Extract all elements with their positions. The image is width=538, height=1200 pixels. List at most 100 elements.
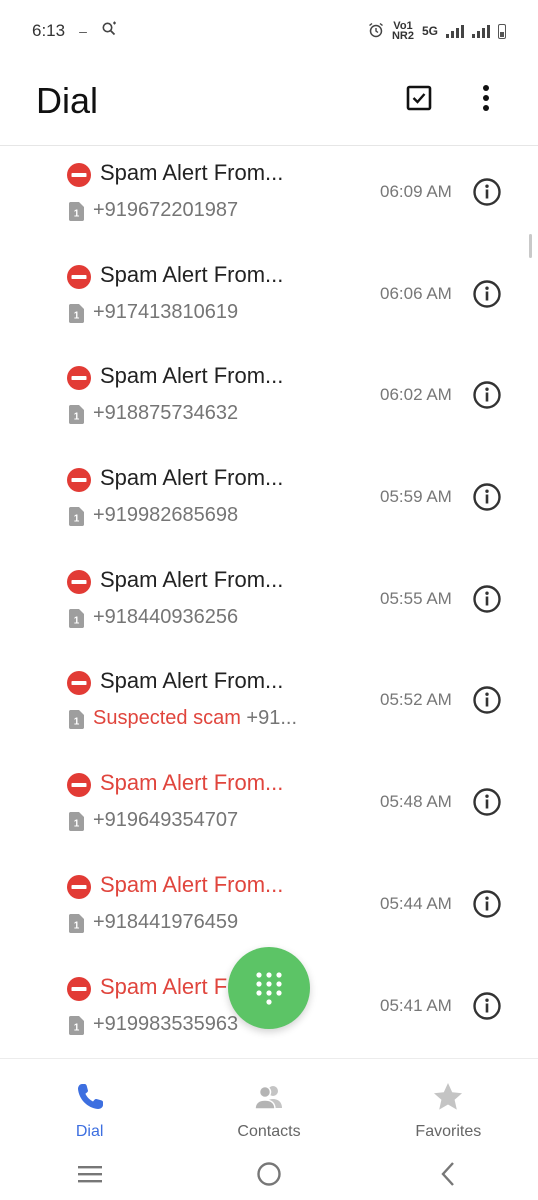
caller-name: Spam Alert From... bbox=[100, 160, 284, 185]
sim-slot-label: 1 bbox=[74, 1022, 80, 1033]
star-icon bbox=[434, 1083, 463, 1110]
caller-name: Spam Alert From... bbox=[100, 465, 284, 491]
info-icon[interactable] bbox=[472, 685, 502, 715]
select-mode-button[interactable] bbox=[405, 84, 433, 112]
search-notification-icon bbox=[101, 21, 117, 42]
info-icon[interactable] bbox=[472, 889, 502, 919]
phone-number: +919983535963 bbox=[93, 1012, 239, 1035]
call-log-row[interactable]: Spam Alert From... 1 +917413810619 06:06… bbox=[0, 248, 538, 350]
page-title: Dial bbox=[36, 80, 99, 121]
phone-number: +918440936256 bbox=[93, 605, 239, 628]
phone-number: +919982685698 bbox=[93, 504, 239, 527]
signal-icon-1 bbox=[446, 24, 464, 38]
scrollbar[interactable] bbox=[529, 234, 532, 258]
phone-number-line: +919672201987 bbox=[93, 199, 238, 222]
no-entry-icon bbox=[67, 264, 91, 289]
phone-number: +919649354707 bbox=[93, 809, 239, 832]
phone-number-line: +918440936256 bbox=[93, 606, 238, 629]
no-entry-icon bbox=[67, 569, 91, 594]
phone-icon bbox=[77, 1084, 103, 1109]
tab-contacts[interactable]: Contacts bbox=[179, 1059, 358, 1149]
phone-number-line: +917413810619 bbox=[93, 301, 238, 324]
call-log-row[interactable]: Spam Alert From... 1 +919672201987 06:09… bbox=[0, 146, 538, 248]
sim-slot-label: 1 bbox=[74, 514, 80, 525]
caller-name: Spam Alert From... bbox=[100, 566, 284, 592]
call-time: 06:02 AM bbox=[380, 385, 452, 405]
sim-slot-label: 1 bbox=[74, 717, 80, 728]
phone-number: +918441976459 bbox=[93, 910, 239, 933]
call-time: 05:48 AM bbox=[380, 792, 452, 812]
phone-number-line: +919982685698 bbox=[93, 504, 238, 527]
back-chevron-icon bbox=[441, 1162, 455, 1186]
tab-dial[interactable]: Dial bbox=[0, 1059, 179, 1149]
call-log-row[interactable]: Spam Alert From... 1 +918440936256 05:55… bbox=[0, 553, 538, 655]
more-vert-icon bbox=[483, 85, 489, 111]
info-icon[interactable] bbox=[472, 482, 502, 512]
phone-number-line: +919983535963 bbox=[93, 1013, 238, 1036]
call-log-row[interactable]: Spam Alert From... 1 +919982685698 05:59… bbox=[0, 451, 538, 553]
app-bar: Dial bbox=[0, 62, 538, 146]
sim-slot-label: 1 bbox=[74, 615, 80, 626]
call-time: 05:55 AM bbox=[380, 588, 452, 608]
volte-indicator: Vo1 NR2 bbox=[391, 21, 414, 42]
home-button[interactable] bbox=[254, 1159, 284, 1189]
recents-button[interactable] bbox=[75, 1159, 105, 1189]
network-type: 5G bbox=[421, 24, 438, 38]
phone-number-line: +918875734632 bbox=[93, 402, 238, 425]
sim-1-icon: 1 bbox=[69, 1015, 84, 1035]
tab-favorites-label: Favorites bbox=[415, 1123, 482, 1140]
info-icon[interactable] bbox=[472, 279, 502, 309]
more-options-button[interactable] bbox=[472, 82, 500, 114]
tab-dial-label: Dial bbox=[75, 1123, 104, 1140]
tab-contacts-label: Contacts bbox=[237, 1123, 301, 1140]
status-time: 6:13 bbox=[32, 21, 66, 40]
checkbox-icon bbox=[406, 85, 432, 111]
phone-number: +91... bbox=[246, 707, 298, 730]
sim-1-icon: 1 bbox=[69, 303, 84, 323]
dialpad-icon bbox=[256, 972, 282, 1005]
phone-number: +918875734632 bbox=[93, 402, 239, 425]
phone-number-line: +919649354707 bbox=[93, 809, 238, 832]
sim-1-icon: 1 bbox=[69, 812, 84, 832]
sim-slot-label: 1 bbox=[74, 920, 80, 931]
signal-icon-2 bbox=[472, 24, 490, 38]
dial-screen: 6:13 – Vo1 NR2 5G Dial Spam Alert From..… bbox=[0, 0, 538, 1200]
caller-name: Spam Alert From... bbox=[100, 871, 284, 897]
info-icon[interactable] bbox=[472, 787, 502, 817]
sim-1-icon: 1 bbox=[69, 608, 84, 628]
bottom-navigation: Dial Contacts Favorites bbox=[0, 1058, 538, 1149]
info-icon[interactable] bbox=[472, 177, 502, 207]
tab-favorites[interactable]: Favorites bbox=[359, 1059, 538, 1149]
phone-number-line: Suspected scam +91... bbox=[93, 707, 297, 730]
contacts-icon bbox=[254, 1085, 282, 1110]
sim-1-icon: 1 bbox=[69, 710, 84, 730]
call-log-row[interactable]: Spam Alert From... 1 +918875734632 06:02… bbox=[0, 349, 538, 451]
volte-bottom: NR2 bbox=[391, 30, 414, 42]
battery-icon bbox=[498, 23, 506, 39]
caller-name: Spam Alert From... bbox=[100, 668, 284, 694]
dialpad-fab-button[interactable] bbox=[228, 947, 310, 1029]
phone-number-line: +918441976459 bbox=[93, 911, 238, 934]
caller-name: Spam Alert From... bbox=[100, 363, 284, 389]
no-entry-icon bbox=[67, 366, 91, 391]
no-entry-icon bbox=[67, 468, 91, 493]
call-log-list[interactable]: Spam Alert From... 1 +919672201987 06:09… bbox=[0, 146, 538, 1058]
suspected-scam-label: Suspected scam bbox=[93, 707, 241, 730]
phone-number: +917413810619 bbox=[93, 300, 239, 323]
info-icon[interactable] bbox=[472, 584, 502, 614]
sim-1-icon: 1 bbox=[69, 913, 84, 933]
system-navigation-bar bbox=[0, 1148, 538, 1200]
sim-slot-label: 1 bbox=[74, 209, 80, 220]
info-icon[interactable] bbox=[472, 991, 502, 1021]
no-entry-icon bbox=[67, 163, 91, 187]
call-log-row[interactable]: Spam Alert From... 1 +919649354707 05:48… bbox=[0, 756, 538, 858]
info-icon[interactable] bbox=[472, 380, 502, 410]
sim-slot-label: 1 bbox=[74, 310, 80, 321]
call-log-row[interactable]: Spam Alert From... 1 Suspected scam +91.… bbox=[0, 654, 538, 756]
back-button[interactable] bbox=[433, 1159, 463, 1189]
caller-name: Spam Alert From... bbox=[100, 770, 284, 796]
call-time: 05:52 AM bbox=[380, 690, 452, 710]
call-time: 06:09 AM bbox=[380, 182, 452, 201]
call-time: 05:59 AM bbox=[380, 487, 452, 507]
call-log-row[interactable]: Spam Alert From... 1 +918441976459 05:44… bbox=[0, 858, 538, 960]
